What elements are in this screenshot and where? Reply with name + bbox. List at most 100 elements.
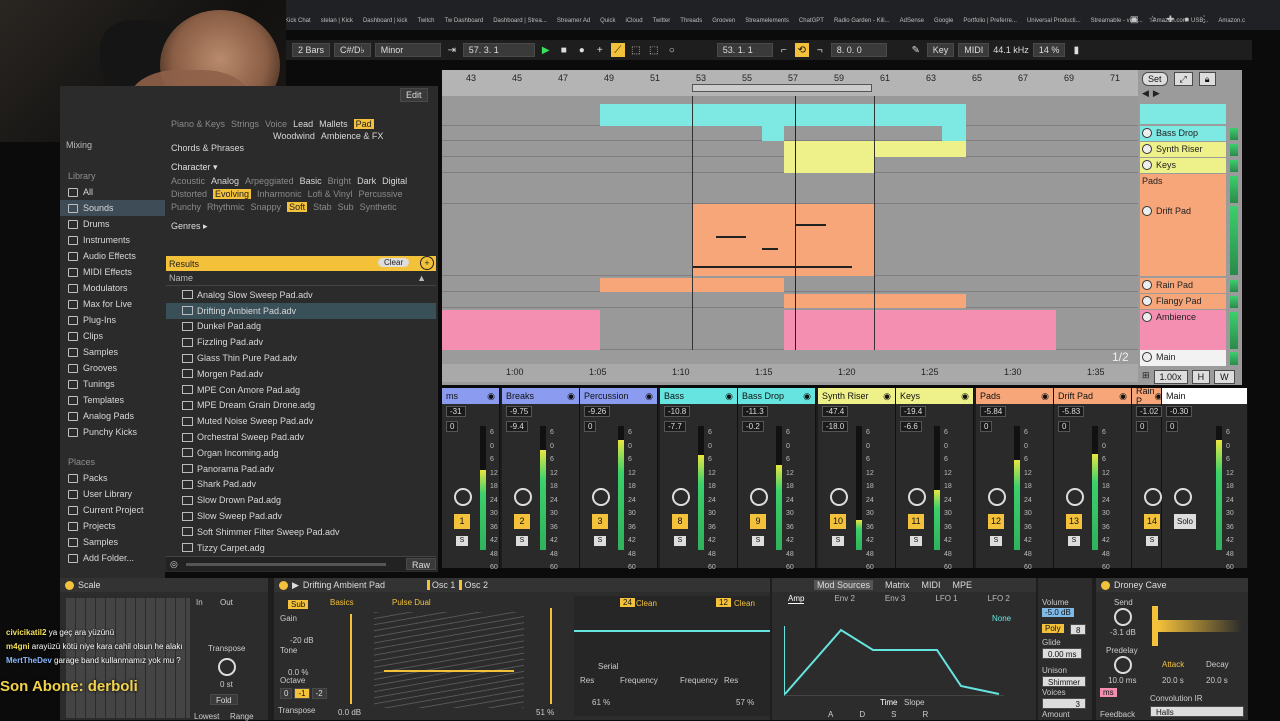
- character-tag[interactable]: Digital: [382, 176, 407, 186]
- loop-icon[interactable]: ⟲: [794, 43, 809, 57]
- pan-knob[interactable]: [592, 488, 610, 506]
- track-activator[interactable]: 13: [1066, 514, 1082, 529]
- sidebar-item-samples[interactable]: Samples: [60, 344, 165, 360]
- stop-icon[interactable]: ■: [557, 43, 571, 57]
- prev-marker-icon[interactable]: ◀: [1142, 88, 1149, 99]
- pan-value[interactable]: 0: [446, 421, 459, 432]
- result-item[interactable]: Slow Sweep Pad.adv: [166, 508, 436, 524]
- clip-bass[interactable]: [600, 104, 966, 126]
- pan-knob[interactable]: [454, 488, 472, 506]
- track-activator[interactable]: 9: [750, 514, 766, 529]
- track-activator[interactable]: 8: [672, 514, 688, 529]
- result-item[interactable]: Glass Thin Pure Pad.adv: [166, 350, 436, 366]
- punch-in-icon[interactable]: ⌐: [777, 43, 791, 57]
- record-icon[interactable]: ●: [575, 43, 589, 57]
- bookmark-item[interactable]: ChatGPT: [799, 18, 824, 24]
- strip-title[interactable]: ms ◉: [442, 388, 499, 404]
- volume-value[interactable]: -5.83: [1058, 406, 1085, 417]
- octave-buttons[interactable]: 0 -1 -2: [280, 688, 327, 699]
- play-icon[interactable]: ▶: [539, 43, 553, 57]
- track-header-ambience[interactable]: Ambience: [1140, 310, 1226, 350]
- places-item-packs[interactable]: Packs: [60, 470, 165, 486]
- volume-value[interactable]: -0.30: [1166, 406, 1193, 417]
- character-tag[interactable]: Acoustic: [171, 176, 205, 186]
- track-header-keys[interactable]: Keys: [1140, 158, 1226, 173]
- preview-icon[interactable]: ◎: [170, 559, 178, 570]
- loop-length[interactable]: 8. 0. 0: [830, 43, 887, 57]
- mod-tab[interactable]: Matrix: [885, 580, 910, 590]
- fold-circle-icon[interactable]: ◉: [487, 391, 495, 402]
- sidebar-item-tunings[interactable]: Tunings: [60, 376, 165, 392]
- track-fold-icon[interactable]: [1142, 352, 1152, 362]
- add-filter-icon[interactable]: +: [420, 256, 434, 270]
- pan-knob[interactable]: [830, 488, 848, 506]
- env-tab[interactable]: Env 2: [834, 594, 854, 604]
- result-item[interactable]: Fizzling Pad.adv: [166, 334, 436, 350]
- puzzle-icon[interactable]: ✚: [1167, 14, 1175, 25]
- places-item-add-folder-[interactable]: Add Folder...: [60, 550, 165, 566]
- env-tab[interactable]: LFO 2: [988, 594, 1010, 604]
- osc2-tab[interactable]: Osc 2: [459, 580, 488, 590]
- character-header[interactable]: Character ▾: [166, 154, 436, 175]
- character-tag[interactable]: Snappy: [251, 202, 282, 212]
- fold-circle-icon[interactable]: ◉: [645, 391, 653, 402]
- clip-ambience-2[interactable]: [784, 310, 1056, 350]
- punch-out-icon[interactable]: ¬: [813, 43, 827, 57]
- track-header-main[interactable]: Main: [1140, 350, 1226, 366]
- solo-button[interactable]: S: [516, 536, 528, 546]
- solo-button[interactable]: S: [832, 536, 844, 546]
- volume-value[interactable]: -1.02: [1136, 406, 1163, 417]
- track-activator[interactable]: 10: [830, 514, 846, 529]
- pan-value[interactable]: 0: [980, 421, 993, 432]
- filter-tag[interactable]: Strings: [231, 119, 259, 129]
- strip-title[interactable]: Main: [1162, 388, 1247, 404]
- result-item[interactable]: MPE Dream Grain Drone.adg: [166, 398, 436, 414]
- transpose-knob[interactable]: [218, 658, 236, 676]
- loop-start[interactable]: 53. 1. 1: [716, 43, 773, 57]
- character-tag[interactable]: Soft: [287, 202, 308, 212]
- character-tag[interactable]: Lofi & Vinyl: [308, 189, 353, 199]
- fold-button[interactable]: Fold: [210, 694, 238, 705]
- clip-ambience-1[interactable]: [442, 310, 600, 350]
- device-on-icon[interactable]: [1101, 580, 1110, 590]
- track-fold-icon[interactable]: [1142, 296, 1152, 306]
- fit-icon[interactable]: ⊞: [1142, 370, 1150, 384]
- places-item-current-project[interactable]: Current Project: [60, 502, 165, 518]
- sidebar-item-max-for-live[interactable]: Max for Live: [60, 296, 165, 312]
- strip-title[interactable]: Synth Riser ◉: [818, 388, 895, 404]
- result-item[interactable]: Dunkel Pad.adg: [166, 319, 436, 335]
- places-item-projects[interactable]: Projects: [60, 518, 165, 534]
- bookmark-item[interactable]: Amazon.com: NOV...: [1218, 18, 1245, 24]
- metronome-icon[interactable]: ○: [665, 43, 679, 57]
- volume-value[interactable]: -9.26: [584, 406, 611, 417]
- mod-tab[interactable]: Mod Sources: [814, 580, 874, 590]
- sidebar-item-clips[interactable]: Clips: [60, 328, 165, 344]
- bookmark-item[interactable]: Radio Garden - Kili...: [834, 18, 890, 24]
- filter-tag[interactable]: Lead: [293, 119, 313, 129]
- volume-value[interactable]: -47.4: [822, 406, 849, 417]
- pan-value[interactable]: 0: [1166, 421, 1179, 432]
- pan-value[interactable]: -18.0: [822, 421, 849, 432]
- zoom-value[interactable]: 1.00x: [1153, 370, 1188, 384]
- pan-value[interactable]: 0: [1058, 421, 1071, 432]
- sidebar-item-sounds[interactable]: Sounds: [60, 200, 165, 216]
- song-position[interactable]: 57. 3. 1: [462, 43, 535, 57]
- bookmark-item[interactable]: Dashboard | kick: [363, 18, 408, 24]
- h-button[interactable]: H: [1191, 370, 1211, 384]
- fold-circle-icon[interactable]: ◉: [1041, 391, 1049, 402]
- capture-icon[interactable]: ⬚: [629, 43, 643, 57]
- w-button[interactable]: W: [1214, 370, 1235, 384]
- result-item[interactable]: Orchestral Sweep Pad.adv: [166, 429, 436, 445]
- solo-button[interactable]: S: [990, 536, 1002, 546]
- device-on-icon[interactable]: [279, 580, 288, 590]
- character-tag[interactable]: Evolving: [213, 189, 252, 199]
- send-knob[interactable]: [1114, 608, 1132, 626]
- pan-knob[interactable]: [988, 488, 1006, 506]
- sidebar-item-instruments[interactable]: Instruments: [60, 232, 165, 248]
- env-tab[interactable]: LFO 1: [935, 594, 957, 604]
- character-tag[interactable]: Inharmonic: [257, 189, 302, 199]
- level-slider[interactable]: [350, 614, 352, 704]
- character-tag[interactable]: Arpeggiated: [245, 176, 294, 186]
- fold-circle-icon[interactable]: ◉: [725, 391, 733, 402]
- track-header-synth-riser[interactable]: Synth Riser: [1140, 142, 1226, 157]
